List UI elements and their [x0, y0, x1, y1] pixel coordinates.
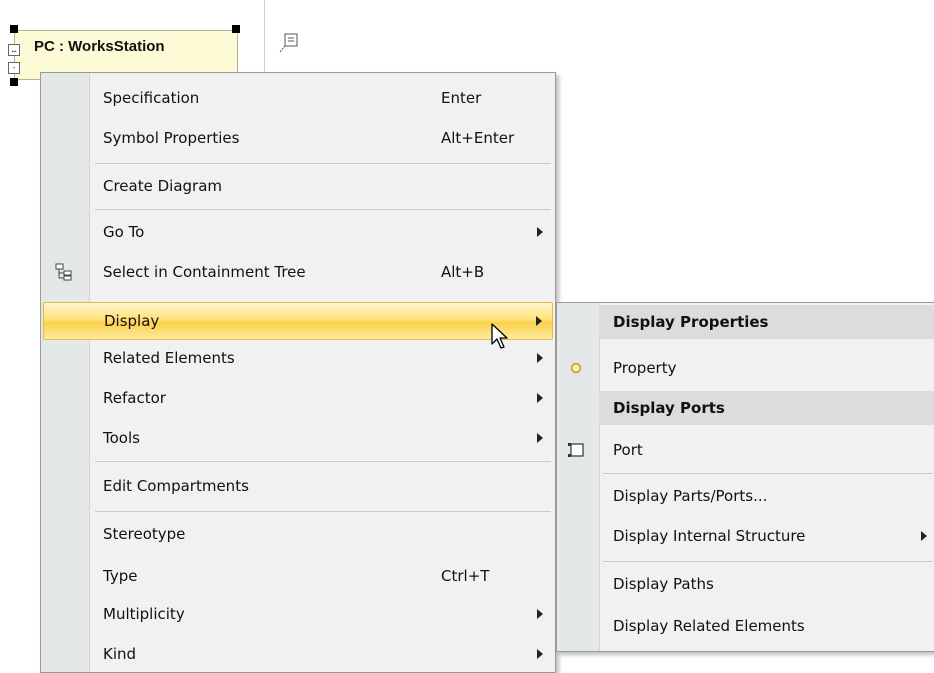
submenu-arrow-icon: [537, 227, 543, 237]
menu-item-label: Port: [613, 441, 643, 459]
submenu-item-display-internal-structure[interactable]: Display Internal Structure: [557, 517, 934, 555]
menu-item-label: Select in Containment Tree: [103, 263, 306, 281]
selection-handle-top-left[interactable]: [10, 25, 18, 33]
menu-item-label: Go To: [103, 223, 145, 241]
menu-item-refactor[interactable]: Refactor: [41, 379, 555, 417]
menu-separator: [95, 209, 551, 210]
context-menu: Specification Enter Symbol Properties Al…: [40, 72, 556, 673]
menu-item-label: Display Internal Structure: [613, 527, 806, 545]
menu-item-edit-compartments[interactable]: Edit Compartments: [41, 467, 555, 505]
menu-item-shortcut: Ctrl+T: [441, 567, 490, 585]
menu-item-symbol-properties[interactable]: Symbol Properties Alt+Enter: [41, 119, 555, 157]
menu-separator: [95, 461, 551, 462]
submenu-item-property[interactable]: Property: [557, 349, 934, 387]
menu-item-label: Related Elements: [103, 349, 235, 367]
submenu-item-display-related-elements[interactable]: Display Related Elements: [557, 607, 934, 645]
submenu-arrow-icon: [537, 393, 543, 403]
submenu-arrow-icon: [537, 353, 543, 363]
menu-separator: [95, 163, 551, 164]
menu-separator: [95, 511, 551, 512]
menu-separator: [603, 561, 933, 562]
menu-item-go-to[interactable]: Go To: [41, 213, 555, 251]
menu-item-kind[interactable]: Kind: [41, 635, 555, 673]
menu-item-tools[interactable]: Tools: [41, 419, 555, 457]
submenu-arrow-icon: [537, 433, 543, 443]
menu-separator: [603, 473, 933, 474]
menu-item-shortcut: Alt+Enter: [441, 129, 515, 147]
port-icon: [568, 443, 584, 457]
part-title: PC : WorksStation: [34, 38, 165, 55]
expand-icon[interactable]: -: [8, 62, 20, 74]
menu-item-label: Tools: [103, 429, 140, 447]
menu-item-label: Create Diagram: [103, 177, 223, 195]
group-header-label: Display Properties: [613, 313, 769, 331]
menu-item-label: Multiplicity: [103, 605, 185, 623]
submenu-arrow-icon: [921, 531, 927, 541]
menu-item-select-in-containment-tree[interactable]: Select in Containment Tree Alt+B: [41, 253, 555, 291]
selection-handle-top-right[interactable]: [232, 25, 240, 33]
containment-tree-icon: [55, 263, 72, 281]
menu-item-label: Kind: [103, 645, 137, 663]
menu-item-label: Property: [613, 359, 677, 377]
menu-item-label: Display Parts/Ports...: [613, 487, 768, 505]
menu-item-label: Display: [104, 312, 160, 330]
group-header-display-ports: Display Ports: [599, 391, 934, 425]
submenu-arrow-icon: [537, 649, 543, 659]
menu-item-label: Symbol Properties: [103, 129, 240, 147]
diagram-divider: [264, 0, 265, 80]
submenu-item-display-paths[interactable]: Display Paths: [557, 565, 934, 603]
submenu-arrow-icon: [537, 609, 543, 619]
menu-item-label: Refactor: [103, 389, 166, 407]
submenu-arrow-icon: [536, 316, 542, 326]
menu-item-specification[interactable]: Specification Enter: [41, 79, 555, 117]
display-submenu: Display Properties Property Display Port…: [556, 302, 934, 652]
menu-item-multiplicity[interactable]: Multiplicity: [41, 595, 555, 633]
menu-item-label: Specification: [103, 89, 200, 107]
group-header-display-properties: Display Properties: [599, 305, 934, 339]
menu-item-create-diagram[interactable]: Create Diagram: [41, 167, 555, 205]
menu-item-shortcut: Alt+B: [441, 263, 485, 281]
note-icon[interactable]: [278, 32, 300, 54]
menu-item-label: Display Related Elements: [613, 617, 805, 635]
menu-item-stereotype[interactable]: Stereotype: [41, 515, 555, 553]
menu-item-related-elements[interactable]: Related Elements: [41, 339, 555, 377]
menu-item-display[interactable]: Display: [43, 302, 553, 340]
property-icon: [570, 362, 582, 374]
menu-item-label: Type: [103, 567, 138, 585]
menu-item-label: Stereotype: [103, 525, 186, 543]
submenu-item-port[interactable]: Port: [557, 431, 934, 469]
mouse-cursor-icon: [491, 323, 508, 349]
selection-handle-bottom-left[interactable]: [10, 78, 18, 86]
menu-item-type[interactable]: Type Ctrl+T: [41, 557, 555, 595]
menu-item-label: Edit Compartments: [103, 477, 249, 495]
submenu-item-display-parts-ports[interactable]: Display Parts/Ports...: [557, 477, 934, 515]
group-header-label: Display Ports: [613, 399, 725, 417]
menu-item-shortcut: Enter: [441, 89, 482, 107]
collapse-icon[interactable]: …: [8, 44, 20, 56]
menu-item-label: Display Paths: [613, 575, 714, 593]
